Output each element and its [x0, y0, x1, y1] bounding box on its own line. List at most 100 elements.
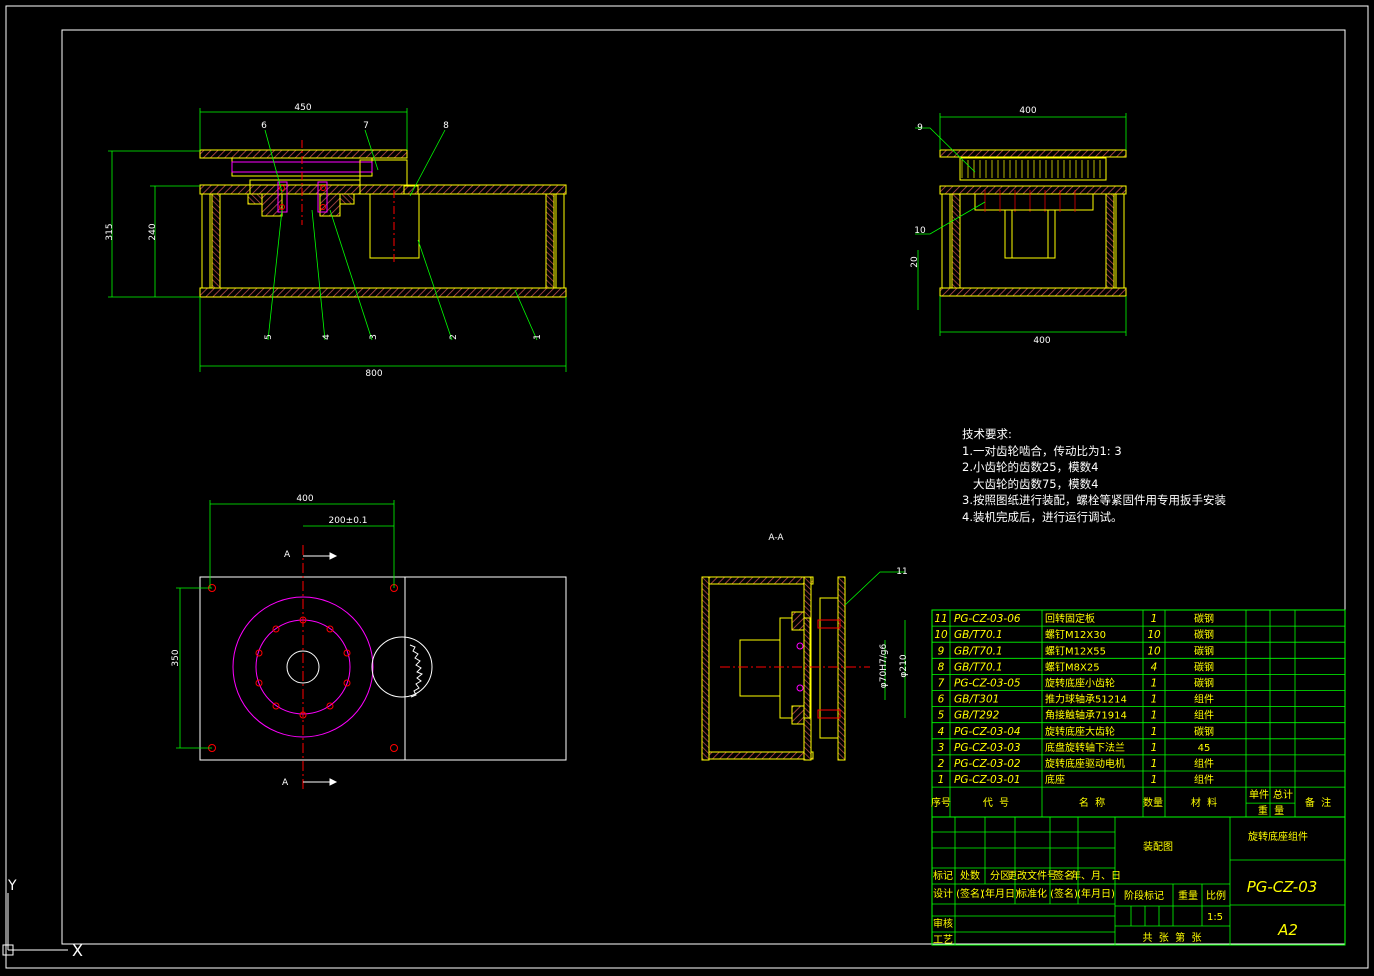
- balloon-4: 4: [322, 334, 332, 340]
- title-block: 装配图 旋转底座组件 标记 处数 分区 更改文件号 签名 年、月、日 设计 (签…: [931, 816, 1346, 946]
- bom-cell-no: 8: [938, 661, 945, 673]
- ucs-icon: Y X: [2, 878, 83, 960]
- bom-cell-no: 11: [934, 613, 947, 625]
- front-view: 450 315 240 800 6 7 8 5 4 3 2 1: [105, 103, 567, 379]
- bom-cell-material: 组件: [1194, 693, 1214, 706]
- bom-cell-material: 碳钢: [1194, 677, 1214, 690]
- tb-standard-sign: (签名): [1050, 887, 1078, 900]
- balloon-8: 8: [443, 121, 449, 131]
- bom-cell-code: PG-CZ-03-01: [954, 774, 1021, 786]
- tech-line-2: 2.小齿轮的齿数25，模数4: [962, 460, 1098, 474]
- plan-view: 400 200±0.1 350 A A: [171, 494, 567, 790]
- tech-line-1: 1.一对齿轮啮合，传动比为1: 3: [962, 444, 1122, 458]
- tb-design: 设计: [933, 887, 953, 900]
- tech-line-4: 3.按照图纸进行装配，螺栓等紧固件用专用扳手安装: [962, 493, 1226, 507]
- front-dim-height-inner: 240: [148, 223, 158, 240]
- front-dim-bottom-width: 800: [365, 369, 382, 379]
- ucs-x-label: X: [72, 941, 83, 960]
- tb-review: 审核: [933, 917, 953, 930]
- tb-design-sign: (签名): [956, 887, 984, 900]
- bom-header-code: 代 号: [983, 797, 1009, 809]
- balloon-5: 5: [264, 334, 274, 340]
- tb-stage-label: 阶段标记: [1124, 889, 1164, 902]
- bom-header-material: 材 料: [1191, 796, 1217, 809]
- bom-cell-name: 回转固定板: [1045, 612, 1095, 625]
- cad-drawing-canvas: 450 315 240 800 6 7 8 5 4 3 2 1 400 400 …: [2, 5, 1369, 969]
- section-view: A-A φ70H7/g6 φ210 11: [701, 533, 909, 761]
- tech-heading: 技术要求:: [962, 427, 1012, 441]
- tech-line-3: 大齿轮的齿数75，模数4: [962, 477, 1098, 491]
- tech-requirements: 技术要求: 1.一对齿轮啮合，传动比为1: 3 2.小齿轮的齿数25，模数4 大…: [962, 427, 1226, 524]
- title-assembly-name: 旋转底座组件: [1248, 830, 1308, 843]
- bom-cell-qty: 1: [1151, 613, 1158, 625]
- bom-cell-no: 4: [938, 726, 945, 738]
- bom-cell-material: 碳钢: [1194, 612, 1214, 625]
- balloon-7: 7: [363, 121, 369, 131]
- section-dim-fit: φ70H7/g6: [879, 644, 889, 689]
- bom-header-unit: 单件: [1249, 789, 1269, 801]
- tb-standard-date: (年月日): [1077, 887, 1115, 900]
- front-dim-top-width: 450: [294, 103, 311, 113]
- title-drawing-type: 装配图: [1143, 840, 1173, 853]
- side-dim-top: 400: [1019, 106, 1036, 116]
- side-dim-small: 20: [910, 256, 920, 268]
- title-sheet-size: A2: [1277, 921, 1298, 939]
- bom-cell-name: 旋转底座驱动电机: [1045, 757, 1125, 770]
- tb-standard: 标准化: [1017, 887, 1047, 900]
- bom-cell-qty: 1: [1151, 774, 1158, 786]
- bom-cell-name: 旋转底座大齿轮: [1045, 725, 1115, 738]
- bom-cell-code: GB/T70.1: [954, 661, 1003, 673]
- bom-cell-code: PG-CZ-03-05: [954, 678, 1021, 690]
- side-dim-bottom: 400: [1033, 336, 1050, 346]
- bom-cell-qty: 4: [1151, 661, 1158, 673]
- ucs-y-label: Y: [7, 878, 17, 894]
- balloon-3: 3: [369, 334, 379, 340]
- bom-cell-qty: 1: [1151, 742, 1158, 754]
- bom-cell-material: 组件: [1194, 773, 1214, 786]
- tb-scale-value: 1:5: [1207, 912, 1223, 923]
- bom-cell-name: 推力球轴承51214: [1045, 693, 1127, 706]
- bom-cell-name: 旋转底座小齿轮: [1045, 677, 1115, 690]
- tb-weight-label: 重量: [1178, 889, 1198, 902]
- tb-label-mark: 标记: [933, 870, 953, 882]
- bom-cell-code: GB/T70.1: [954, 629, 1003, 641]
- bom-cell-code: GB/T301: [954, 694, 999, 706]
- bom-header-weight: 重 量: [1258, 804, 1284, 817]
- plan-dim-height: 350: [171, 649, 181, 666]
- bom-header-name: 名 称: [1079, 796, 1105, 809]
- balloon-2: 2: [449, 334, 459, 340]
- bom-cell-no: 9: [938, 645, 945, 657]
- balloon-11: 11: [896, 567, 907, 577]
- title-drawing-number: PG-CZ-03: [1247, 878, 1318, 896]
- bom-cell-no: 5: [938, 710, 945, 722]
- bom-header-no: 序号: [931, 796, 951, 809]
- bom-header-qty: 数量: [1143, 796, 1163, 809]
- bom-cell-code: GB/T70.1: [954, 645, 1003, 657]
- bom-cell-code: PG-CZ-03-04: [954, 726, 1021, 738]
- bom-cell-name: 角接触轴承71914: [1045, 709, 1127, 722]
- balloon-10: 10: [914, 226, 926, 236]
- balloon-1: 1: [533, 334, 543, 340]
- bom-cell-material: 碳钢: [1194, 644, 1214, 657]
- bom-header-total: 总计: [1273, 788, 1293, 801]
- bom-cell-qty: 10: [1147, 629, 1161, 641]
- balloon-9: 9: [917, 123, 923, 133]
- side-view: 400 400 20 9 10: [910, 106, 1127, 346]
- bom-cell-code: PG-CZ-03-02: [954, 758, 1021, 770]
- tb-process: 工艺: [933, 934, 953, 946]
- tb-label-count: 处数: [960, 869, 980, 882]
- bom-cell-name: 螺钉M12X30: [1045, 629, 1106, 641]
- tb-design-date: (年月日): [981, 887, 1019, 900]
- bom-header-remark: 备 注: [1305, 796, 1331, 809]
- bom-cell-no: 3: [938, 742, 945, 754]
- bom-cell-code: PG-CZ-03-06: [954, 613, 1021, 625]
- tb-sheets: 共 张 第 张: [1142, 931, 1201, 944]
- section-mark-a-top: A: [284, 550, 291, 560]
- bom-cell-code: PG-CZ-03-03: [954, 742, 1021, 754]
- bom-cell-material: 45: [1198, 743, 1211, 754]
- bom-cell-qty: 1: [1151, 726, 1158, 738]
- plan-dim-width: 400: [296, 494, 313, 504]
- bom-cell-no: 2: [938, 758, 945, 770]
- plan-dim-offset: 200±0.1: [328, 516, 367, 526]
- bom-cell-material: 组件: [1194, 709, 1214, 722]
